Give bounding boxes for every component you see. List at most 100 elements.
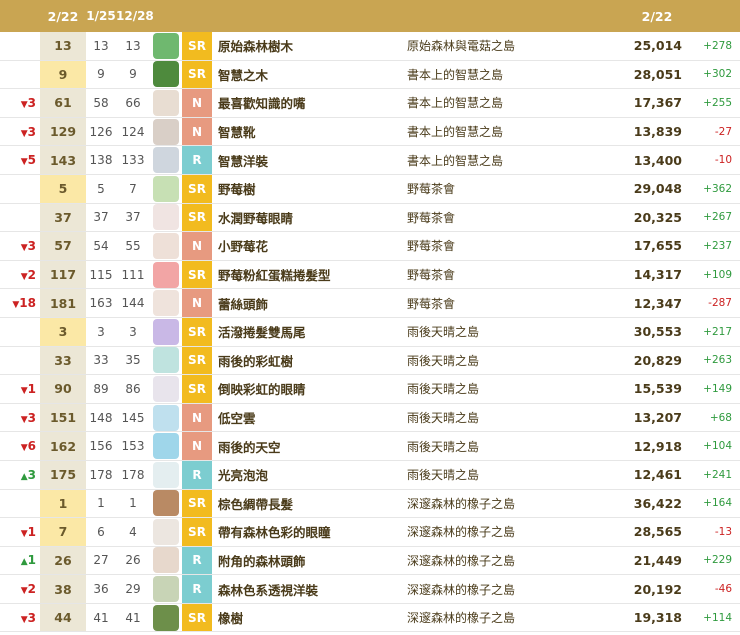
item-thumbnail[interactable] [150, 118, 182, 146]
table-row[interactable]: ▼5 143 138 133 R 智慧洋裝 書本上的智慧之島 13,400 -10 [0, 146, 740, 175]
arrow-down-icon: ▼ [20, 614, 28, 625]
rarity-badge: SR [182, 174, 212, 203]
item-thumbnail[interactable] [150, 232, 182, 260]
item-thumbnail[interactable] [150, 146, 182, 174]
item-thumbnail[interactable] [150, 432, 182, 460]
item-name[interactable]: 低空雲 [212, 408, 407, 427]
table-row[interactable]: 3 3 3 SR 活潑捲髮雙馬尾 雨後天晴之島 30,553 +217 [0, 317, 740, 347]
table-row[interactable]: 5 5 7 SR 野莓樹 野莓茶會 29,048 +362 [0, 174, 740, 204]
table-row[interactable]: ▼2 38 36 29 R 森林色系透視洋裝 深邃森林的橡子之島 20,192 -46 [0, 575, 740, 604]
table-row[interactable]: ▼1 90 89 86 SR 倒映彩虹的眼睛 雨後天晴之島 15,539 +149 [0, 375, 740, 404]
table-row[interactable]: 13 13 13 SR 原始森林樹木 原始森林與電菇之島 25,014 +278 [0, 32, 740, 61]
item-thumbnail[interactable] [150, 575, 182, 603]
item-thumbnail[interactable] [150, 461, 182, 489]
item-name[interactable]: 最喜歡知識的嘴 [212, 93, 407, 112]
item-thumbnail[interactable] [150, 404, 182, 432]
prev-rank-1: 27 [93, 553, 109, 568]
item-thumbnail[interactable] [150, 175, 182, 203]
table-row[interactable]: 9 9 9 SR 智慧之木 書本上的智慧之島 28,051 +302 [0, 60, 740, 90]
item-set[interactable]: 野莓茶會 [407, 295, 622, 312]
score-diff: +217 [703, 325, 732, 338]
table-row[interactable]: 37 37 37 SR 水潤野莓眼睛 野莓茶會 20,325 +267 [0, 203, 740, 233]
item-image [153, 347, 179, 374]
item-set[interactable]: 深邃森林的橡子之島 [407, 609, 622, 626]
table-row[interactable]: ▼3 129 126 124 N 智慧靴 書本上的智慧之島 13,839 -27 [0, 117, 740, 147]
item-name[interactable]: 智慧靴 [212, 122, 407, 141]
item-image [153, 461, 179, 488]
current-rank: 175 [40, 460, 86, 489]
item-thumbnail[interactable] [150, 89, 182, 117]
item-name[interactable]: 光亮泡泡 [212, 465, 407, 484]
item-set[interactable]: 雨後天晴之島 [407, 323, 622, 340]
item-thumbnail[interactable] [150, 204, 182, 232]
item-name[interactable]: 智慧之木 [212, 65, 407, 84]
table-row[interactable]: ▼3 61 58 66 N 最喜歡知識的嘴 書本上的智慧之島 17,367 +255 [0, 89, 740, 118]
item-name[interactable]: 雨後的彩虹樹 [212, 351, 407, 370]
item-set[interactable]: 深邃森林的橡子之島 [407, 495, 622, 512]
item-name[interactable]: 活潑捲髮雙馬尾 [212, 322, 407, 341]
item-name[interactable]: 智慧洋裝 [212, 151, 407, 170]
item-name[interactable]: 雨後的天空 [212, 437, 407, 456]
item-set[interactable]: 雨後天晴之島 [407, 380, 622, 397]
item-thumbnail[interactable] [150, 318, 182, 346]
item-thumbnail[interactable] [150, 547, 182, 575]
table-row[interactable]: ▼1 7 6 4 SR 帶有森林色彩的眼瞳 深邃森林的橡子之島 28,565 -13 [0, 518, 740, 547]
item-set[interactable]: 野莓茶會 [407, 266, 622, 283]
item-thumbnail[interactable] [150, 604, 182, 632]
item-set[interactable]: 雨後天晴之島 [407, 438, 622, 455]
item-name[interactable]: 棕色綢帶長髮 [212, 494, 407, 513]
table-row[interactable]: ▼6 162 156 153 N 雨後的天空 雨後天晴之島 12,918 +104 [0, 432, 740, 461]
item-name[interactable]: 小野莓花 [212, 236, 407, 255]
item-thumbnail[interactable] [150, 518, 182, 546]
item-set[interactable]: 雨後天晴之島 [407, 352, 622, 369]
table-row[interactable]: ▼3 44 41 41 SR 橡樹 深邃森林的橡子之島 19,318 +114 [0, 603, 740, 633]
table-row[interactable]: ▼18 181 163 144 N 蕾絲頭飾 野莓茶會 12,347 -287 [0, 289, 740, 318]
item-set[interactable]: 書本上的智慧之島 [407, 94, 622, 111]
header-prev1-date[interactable]: 1/25 [86, 9, 116, 23]
item-name[interactable]: 森林色系透視洋裝 [212, 580, 407, 599]
item-thumbnail[interactable] [150, 61, 182, 89]
item-set[interactable]: 深邃森林的橡子之島 [407, 581, 622, 598]
item-set[interactable]: 野莓茶會 [407, 180, 622, 197]
item-set[interactable]: 野莓茶會 [407, 209, 622, 226]
item-set[interactable]: 雨後天晴之島 [407, 409, 622, 426]
item-thumbnail[interactable] [150, 375, 182, 403]
table-body: 13 13 13 SR 原始森林樹木 原始森林與電菇之島 25,014 +278 9 9 9 SR 智慧… [0, 32, 740, 633]
item-name[interactable]: 帶有森林色彩的眼瞳 [212, 522, 407, 541]
header-current-date[interactable]: 2/22 [40, 0, 86, 32]
item-set[interactable]: 深邃森林的橡子之島 [407, 523, 622, 540]
item-thumbnail[interactable] [150, 289, 182, 317]
rarity-badge: R [182, 146, 212, 174]
item-name[interactable]: 水潤野莓眼睛 [212, 208, 407, 227]
item-thumbnail[interactable] [150, 261, 182, 289]
table-row[interactable]: ▼3 151 148 145 N 低空雲 雨後天晴之島 13,207 +68 [0, 403, 740, 433]
item-set[interactable]: 書本上的智慧之島 [407, 66, 622, 83]
item-name[interactable]: 野莓粉紅蛋糕捲髮型 [212, 265, 407, 284]
table-row[interactable]: ▲1 26 27 26 R 附角的森林頭飾 深邃森林的橡子之島 21,449 +229 [0, 546, 740, 576]
item-name[interactable]: 野莓樹 [212, 179, 407, 198]
item-name[interactable]: 倒映彩虹的眼睛 [212, 379, 407, 398]
table-row[interactable]: ▼2 117 115 111 SR 野莓粉紅蛋糕捲髮型 野莓茶會 14,317 +109 [0, 260, 740, 290]
item-thumbnail[interactable] [150, 347, 182, 375]
item-set[interactable]: 深邃森林的橡子之島 [407, 552, 622, 569]
item-set[interactable]: 書本上的智慧之島 [407, 123, 622, 140]
item-set[interactable]: 原始森林與電菇之島 [407, 37, 622, 54]
item-thumbnail[interactable] [150, 32, 182, 60]
table-row[interactable]: ▼3 57 54 55 N 小野莓花 野莓茶會 17,655 +237 [0, 232, 740, 261]
table-row[interactable]: 1 1 1 SR 棕色綢帶長髮 深邃森林的橡子之島 36,422 +164 [0, 489, 740, 519]
item-name[interactable]: 原始森林樹木 [212, 36, 407, 55]
item-set[interactable]: 野莓茶會 [407, 237, 622, 254]
item-set[interactable]: 雨後天晴之島 [407, 466, 622, 483]
header-score-date[interactable]: 2/22 [622, 9, 682, 24]
item-name[interactable]: 橡樹 [212, 608, 407, 627]
header-prev2-date[interactable]: 12/28 [116, 9, 154, 23]
item-name[interactable]: 附角的森林頭飾 [212, 551, 407, 570]
table-row[interactable]: ▲3 175 178 178 R 光亮泡泡 雨後天晴之島 12,461 +241 [0, 460, 740, 490]
item-image [153, 61, 179, 88]
rarity-badge: SR [182, 317, 212, 346]
item-set[interactable]: 書本上的智慧之島 [407, 152, 622, 169]
header-thumb [150, 0, 182, 32]
item-name[interactable]: 蕾絲頭飾 [212, 294, 407, 313]
item-thumbnail[interactable] [150, 490, 182, 518]
table-row[interactable]: 33 33 35 SR 雨後的彩虹樹 雨後天晴之島 20,829 +263 [0, 346, 740, 376]
